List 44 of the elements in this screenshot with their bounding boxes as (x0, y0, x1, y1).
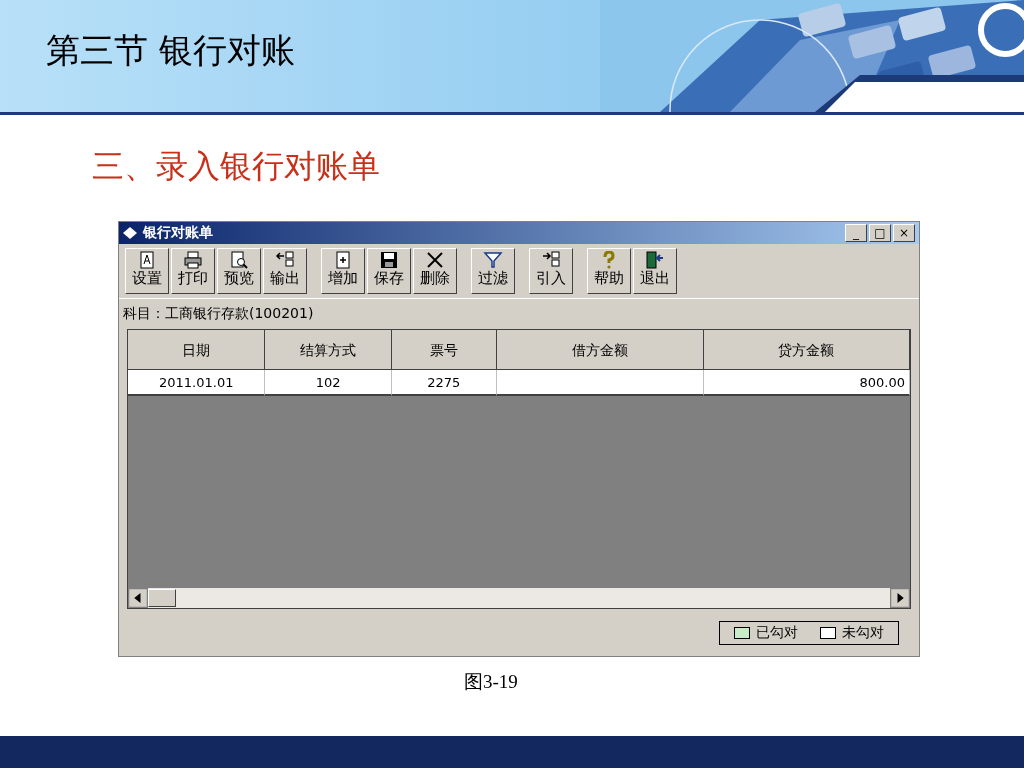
close-button[interactable]: × (893, 224, 915, 242)
table-cell: 800.00 (703, 370, 910, 396)
scroll-thumb[interactable] (148, 589, 176, 607)
account-label: 科目：工商银行存款(100201) (122, 304, 315, 323)
window-title: 银行对账单 (143, 224, 213, 242)
maximize-button[interactable]: □ (869, 224, 891, 242)
toolbar-button[interactable]: 引入 (529, 248, 573, 294)
column-header[interactable]: 日期 (128, 330, 266, 370)
toolbar-button[interactable]: 预览 (217, 248, 261, 294)
toolbar-button[interactable]: 打印 (171, 248, 215, 294)
legend-label: 已勾对 (756, 623, 798, 642)
horizontal-scrollbar[interactable] (128, 588, 910, 608)
toolbar-button[interactable]: 帮助 (587, 248, 631, 294)
column-header[interactable]: 结算方式 (265, 330, 392, 370)
scroll-left-button[interactable] (128, 588, 148, 608)
table-cell: 102 (265, 370, 392, 396)
toolbar-button[interactable]: 增加 (321, 248, 365, 294)
toolbar-button[interactable]: 退出 (633, 248, 677, 294)
scroll-right-button[interactable] (890, 588, 910, 608)
door-icon (645, 251, 665, 269)
figure-caption: 图3-19 (464, 670, 518, 694)
funnel-icon (483, 251, 503, 269)
toolbar-button[interactable]: 保存 (367, 248, 411, 294)
plus-icon (333, 251, 353, 269)
table-cell: 2011.01.01 (128, 370, 266, 396)
document-icon (137, 251, 157, 269)
minimize-button[interactable]: _ (845, 224, 867, 242)
printer-icon (183, 251, 203, 269)
table-cell: 2275 (392, 370, 497, 396)
export-icon (275, 251, 295, 269)
import-icon (541, 251, 561, 269)
cross-icon (425, 251, 445, 269)
column-header[interactable]: 借方金额 (496, 330, 704, 370)
column-header[interactable]: 贷方金额 (703, 330, 910, 370)
section-heading: 三、录入银行对账单 (92, 146, 380, 187)
legend-label: 未勾对 (842, 623, 884, 642)
toolbar-button[interactable]: 输出 (263, 248, 307, 294)
toolbar-button[interactable]: 过滤 (471, 248, 515, 294)
column-header[interactable]: 票号 (392, 330, 497, 370)
magnifier-icon (229, 251, 249, 269)
diamond-icon (123, 227, 137, 239)
toolbar-button[interactable]: 设置 (125, 248, 169, 294)
toolbar-button[interactable]: 删除 (413, 248, 457, 294)
slide-title: 第三节 银行对账 (46, 29, 295, 72)
